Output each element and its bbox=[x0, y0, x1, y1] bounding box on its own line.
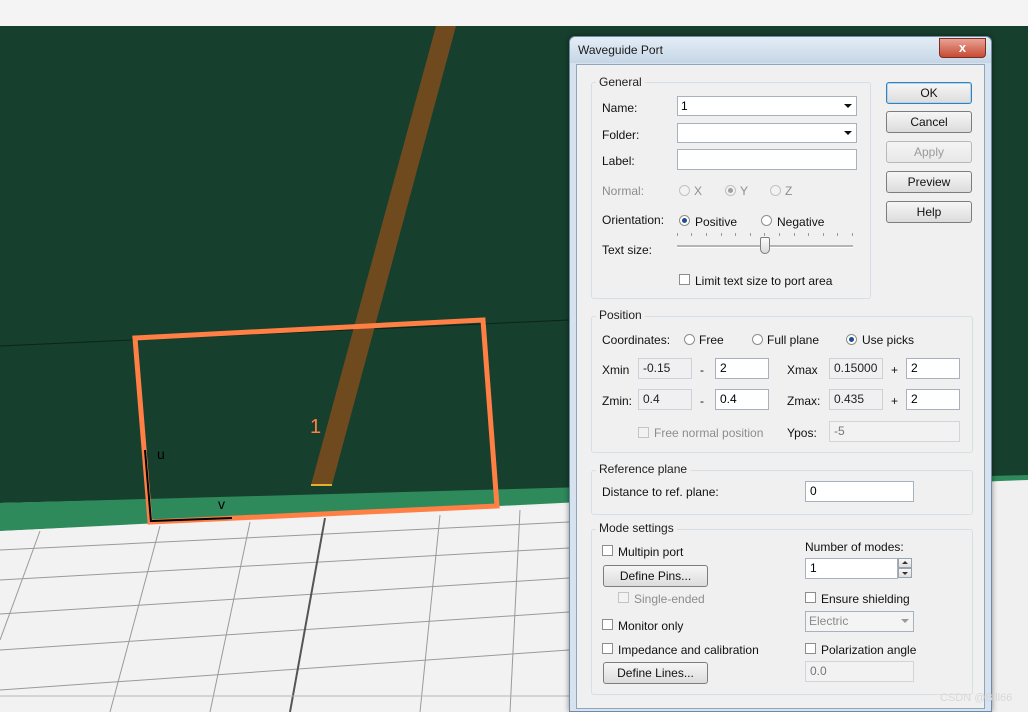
chevron-down-icon bbox=[901, 619, 909, 623]
shielding-select-value: Electric bbox=[809, 614, 849, 628]
free-normal-label: Free normal position bbox=[654, 426, 764, 440]
close-button[interactable]: x bbox=[939, 38, 986, 58]
name-label: Name: bbox=[602, 101, 638, 115]
position-group-title: Position bbox=[596, 308, 645, 322]
coordinates-free-label: Free bbox=[699, 333, 724, 347]
limit-text-label: Limit text size to port area bbox=[695, 274, 833, 288]
xmin-value: -0.15 bbox=[638, 358, 692, 379]
polarization-checkbox[interactable] bbox=[805, 643, 816, 654]
xmax-value: 0.15000 bbox=[829, 358, 883, 379]
zmax-sign: + bbox=[891, 394, 899, 408]
impedance-label: Impedance and calibration bbox=[618, 643, 759, 657]
coordinates-usepicks-radio[interactable] bbox=[846, 334, 857, 345]
xmax-sign: + bbox=[891, 363, 899, 377]
num-modes-input[interactable]: 1 bbox=[805, 558, 898, 579]
orientation-label: Orientation: bbox=[602, 213, 665, 227]
normal-z-label: Z bbox=[785, 184, 793, 198]
shielding-select[interactable]: Electric bbox=[805, 611, 914, 632]
coordinates-fullplane-radio[interactable] bbox=[752, 334, 763, 345]
distance-input[interactable]: 0 bbox=[805, 481, 914, 502]
apply-button[interactable]: Apply bbox=[886, 141, 972, 163]
reference-plane-group-title: Reference plane bbox=[596, 462, 691, 476]
zmin-label: Zmin: bbox=[602, 394, 632, 408]
impedance-checkbox[interactable] bbox=[602, 643, 613, 654]
polarization-label: Polarization angle bbox=[821, 643, 917, 657]
define-pins-button[interactable]: Define Pins... bbox=[603, 565, 708, 587]
name-select[interactable]: 1 bbox=[677, 96, 857, 116]
distance-label: Distance to ref. plane: bbox=[602, 485, 719, 499]
normal-y-radio[interactable] bbox=[725, 185, 736, 196]
multipin-checkbox[interactable] bbox=[602, 545, 613, 556]
free-normal-checkbox[interactable] bbox=[638, 427, 649, 438]
zmin-offset-input[interactable]: 0.4 bbox=[715, 389, 769, 410]
spin-up-icon[interactable] bbox=[898, 558, 912, 568]
text-size-label: Text size: bbox=[602, 243, 653, 257]
xmin-sign: - bbox=[700, 363, 704, 377]
dialog-title: Waveguide Port bbox=[578, 43, 663, 57]
normal-x-label: X bbox=[694, 184, 703, 198]
single-ended-checkbox[interactable] bbox=[618, 592, 629, 603]
xmax-offset-input[interactable]: 2 bbox=[906, 358, 960, 379]
label-label: Label: bbox=[602, 154, 635, 168]
xmin-offset-input[interactable]: 2 bbox=[715, 358, 769, 379]
xmax-label: Xmax bbox=[787, 363, 818, 377]
chevron-down-icon bbox=[844, 104, 852, 108]
folder-label: Folder: bbox=[602, 128, 640, 142]
polarization-input[interactable]: 0.0 bbox=[805, 661, 914, 682]
waveguide-port-dialog: Waveguide Port x General Name: 1 Folder:… bbox=[569, 36, 992, 712]
zmax-offset-input[interactable]: 2 bbox=[906, 389, 960, 410]
orientation-negative-radio[interactable] bbox=[761, 215, 772, 226]
zmin-value: 0.4 bbox=[638, 389, 692, 410]
spin-down-icon[interactable] bbox=[898, 568, 912, 578]
dialog-client-area: General Name: 1 Folder: Label: Normal: X… bbox=[576, 64, 985, 709]
chevron-down-icon bbox=[844, 131, 852, 135]
text-size-thumb[interactable] bbox=[760, 237, 770, 254]
xmin-label: Xmin bbox=[602, 363, 630, 377]
limit-text-checkbox[interactable] bbox=[679, 274, 690, 285]
folder-select[interactable] bbox=[677, 123, 857, 143]
mode-settings-group-title: Mode settings bbox=[596, 521, 677, 535]
num-modes-label: Number of modes: bbox=[805, 540, 904, 554]
define-lines-button[interactable]: Define Lines... bbox=[603, 662, 708, 684]
normal-x-radio[interactable] bbox=[679, 185, 690, 196]
label-input[interactable] bbox=[677, 149, 857, 170]
general-group-title: General bbox=[596, 75, 645, 89]
dialog-titlebar[interactable]: Waveguide Port x bbox=[570, 37, 991, 63]
text-size-slider[interactable] bbox=[677, 233, 853, 259]
zmin-sign: - bbox=[700, 394, 704, 408]
orientation-negative-label: Negative bbox=[777, 215, 825, 229]
normal-z-radio[interactable] bbox=[770, 185, 781, 196]
cancel-button[interactable]: Cancel bbox=[886, 111, 972, 133]
ensure-shielding-checkbox[interactable] bbox=[805, 592, 816, 603]
zmax-label: Zmax: bbox=[787, 394, 821, 408]
multipin-label: Multipin port bbox=[618, 545, 684, 559]
normal-label: Normal: bbox=[602, 184, 645, 198]
orientation-positive-label: Positive bbox=[695, 215, 738, 229]
close-icon: x bbox=[958, 40, 967, 55]
monitor-only-checkbox[interactable] bbox=[602, 619, 613, 630]
orientation-positive-radio[interactable] bbox=[679, 215, 690, 226]
ok-button[interactable]: OK bbox=[886, 82, 972, 104]
axis-u-label: u bbox=[157, 446, 165, 462]
ensure-shielding-label: Ensure shielding bbox=[821, 592, 910, 606]
coordinates-free-radio[interactable] bbox=[684, 334, 695, 345]
single-ended-label: Single-ended bbox=[634, 592, 705, 606]
monitor-only-label: Monitor only bbox=[618, 619, 684, 633]
coordinates-fullplane-label: Full plane bbox=[767, 333, 820, 347]
normal-y-label: Y bbox=[740, 184, 749, 198]
watermark-text: CSDN @Bill66 bbox=[940, 692, 1013, 704]
coordinates-label: Coordinates: bbox=[602, 333, 671, 347]
ypos-label: Ypos: bbox=[787, 426, 817, 440]
coordinates-usepicks-label: Use picks bbox=[862, 333, 915, 347]
axis-v-label: v bbox=[218, 496, 225, 512]
name-select-value: 1 bbox=[681, 99, 688, 113]
ypos-input[interactable]: -5 bbox=[829, 421, 960, 442]
help-button[interactable]: Help bbox=[886, 201, 972, 223]
preview-button[interactable]: Preview bbox=[886, 171, 972, 193]
zmax-value: 0.435 bbox=[829, 389, 883, 410]
num-modes-spinner[interactable] bbox=[898, 558, 912, 578]
port-number-label: 1 bbox=[310, 416, 321, 438]
